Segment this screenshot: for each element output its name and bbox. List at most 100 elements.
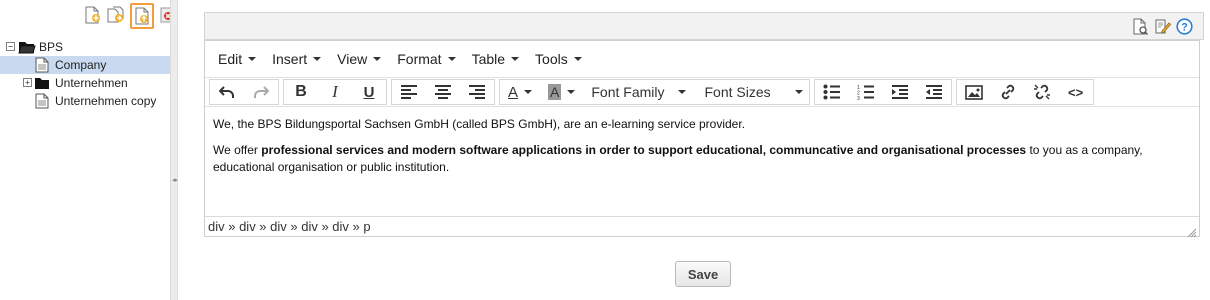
align-right-button[interactable]: [460, 80, 494, 104]
caret-down-icon: [313, 57, 322, 61]
element-path: div » div » div » div » div » p: [208, 219, 371, 234]
align-right-icon: [469, 85, 485, 99]
header-icons: ?: [1132, 18, 1193, 40]
svg-text:?: ?: [1181, 22, 1188, 34]
menu-edit[interactable]: Edit: [210, 41, 264, 77]
font-size-dropdown[interactable]: Font Sizes: [696, 80, 808, 104]
tree-panel: − BPS Company + Unternehmen Unternehmen …: [0, 0, 176, 300]
menu-tools[interactable]: Tools: [527, 41, 590, 77]
menu-table[interactable]: Table: [464, 41, 527, 77]
image-icon: [964, 84, 983, 100]
paragraph-intro: We, the BPS Bildungsportal Sachsen GmbH …: [213, 117, 746, 131]
paragraph-offer: We offer professional services and moder…: [213, 142, 1191, 176]
caret-down-icon: [511, 57, 520, 61]
content-header-bar: ?: [204, 12, 1204, 40]
menu-label: Table: [471, 51, 506, 67]
remove-link-button[interactable]: [1025, 80, 1059, 104]
caret-down-icon: [447, 57, 456, 61]
numbered-list-icon: 123: [857, 85, 874, 100]
font-family-label: Font Family: [591, 84, 665, 100]
menu-label: Format: [397, 51, 442, 67]
font-family-dropdown[interactable]: Font Family: [583, 80, 696, 104]
tree-item-unternehmen-copy[interactable]: Unternehmen copy: [0, 92, 170, 110]
align-center-button[interactable]: [426, 80, 460, 104]
source-code-button[interactable]: <>: [1059, 80, 1093, 104]
page-icon: [35, 93, 49, 112]
menu-label: Tools: [535, 51, 568, 67]
format-group: A A Font Family Font Sizes: [499, 79, 810, 105]
text-style-group: B I U: [283, 79, 387, 105]
background-color-label: A: [548, 84, 562, 100]
insert-image-button[interactable]: [957, 80, 991, 104]
caret-down-icon: [524, 90, 533, 94]
collapse-toggle[interactable]: −: [6, 42, 15, 51]
tree-item-label: Unternehmen copy: [55, 94, 157, 108]
help-icon[interactable]: ?: [1176, 18, 1193, 40]
menu-insert[interactable]: Insert: [264, 41, 329, 77]
tree-toolbar: [82, 3, 178, 29]
caret-down-icon: [373, 57, 382, 61]
insert-link-button[interactable]: [991, 80, 1025, 104]
edit-icon[interactable]: [1154, 18, 1172, 40]
italic-button[interactable]: I: [318, 80, 352, 104]
menu-label: View: [337, 51, 368, 67]
folder-icon: [34, 76, 50, 93]
preview-icon[interactable]: [1132, 18, 1149, 40]
caret-down-icon: [573, 57, 582, 61]
font-size-label: Font Sizes: [704, 84, 771, 100]
undo-button[interactable]: [210, 80, 244, 104]
outdent-button[interactable]: [917, 80, 951, 104]
caret-down-icon: [248, 57, 257, 61]
tree-item-company[interactable]: Company: [0, 56, 170, 74]
underline-button[interactable]: U: [352, 80, 386, 104]
numbered-list-button[interactable]: 123: [849, 80, 883, 104]
align-center-icon: [435, 85, 451, 99]
rich-text-editor: Edit Insert View Format Table Tools B I …: [204, 40, 1200, 238]
redo-icon: [254, 86, 269, 98]
tree-item-label: Unternehmen: [55, 76, 128, 90]
tree-item-label: BPS: [39, 40, 64, 54]
align-left-button[interactable]: [392, 80, 426, 104]
offer-bold-text: professional services and modern softwar…: [261, 143, 1027, 157]
copy-page-icon[interactable]: [106, 5, 126, 25]
folder-open-icon: [18, 40, 36, 57]
align-left-icon: [401, 85, 417, 99]
indent-icon: [891, 85, 908, 99]
save-button[interactable]: Save: [675, 261, 731, 287]
menu-view[interactable]: View: [329, 41, 389, 77]
caret-down-icon: [794, 90, 803, 94]
align-group: [391, 79, 495, 105]
upload-page-icon[interactable]: [130, 3, 154, 29]
panel-splitter[interactable]: ◂▸: [170, 0, 178, 300]
bold-button[interactable]: B: [284, 80, 318, 104]
caret-down-icon: [567, 90, 576, 94]
editor-menubar: Edit Insert View Format Table Tools: [205, 41, 1199, 77]
menu-label: Insert: [272, 51, 308, 67]
tree-item-unternehmen[interactable]: + Unternehmen: [0, 74, 170, 92]
history-group: [209, 79, 279, 105]
outdent-icon: [925, 85, 942, 99]
caret-down-icon: [678, 90, 687, 94]
bullet-list-button[interactable]: [815, 80, 849, 104]
undo-icon: [219, 86, 234, 98]
page-tree: − BPS Company + Unternehmen Unternehmen …: [0, 38, 170, 110]
tree-item-bps[interactable]: − BPS: [0, 38, 170, 56]
expand-toggle[interactable]: +: [23, 78, 32, 87]
svg-text:3: 3: [857, 96, 860, 100]
menu-label: Edit: [218, 51, 243, 67]
offer-prefix: We offer: [213, 143, 262, 157]
indent-button[interactable]: [883, 80, 917, 104]
list-group: 123: [813, 79, 952, 105]
redo-button[interactable]: [244, 80, 278, 104]
editor-content-area[interactable]: We, the BPS Bildungsportal Sachsen GmbH …: [205, 107, 1199, 215]
text-color-button[interactable]: A: [500, 80, 540, 104]
bullet-list-icon: [823, 84, 840, 100]
tree-item-label: Company: [55, 58, 107, 72]
resize-grip-icon[interactable]: [1187, 224, 1197, 238]
background-color-button[interactable]: A: [540, 80, 583, 104]
new-page-icon[interactable]: [82, 5, 102, 25]
text-color-label: A: [508, 83, 519, 101]
menu-format[interactable]: Format: [389, 41, 463, 77]
link-icon: [1001, 84, 1014, 100]
splitter-grip-icon: ◂▸: [172, 177, 178, 184]
